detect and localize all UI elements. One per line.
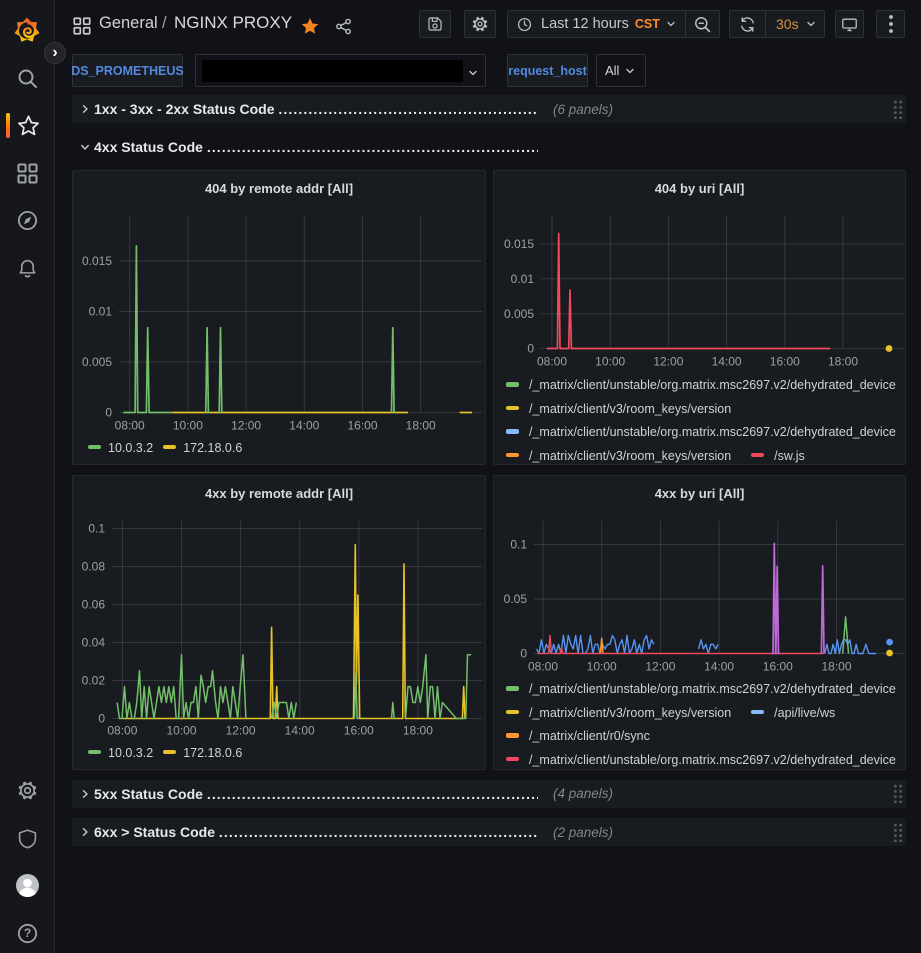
svg-text:0.005: 0.005 bbox=[504, 307, 534, 321]
svg-text:0.01: 0.01 bbox=[89, 305, 113, 319]
svg-text:14:00: 14:00 bbox=[712, 355, 742, 369]
svg-text:12:00: 12:00 bbox=[231, 419, 261, 433]
svg-text:10:00: 10:00 bbox=[166, 723, 196, 737]
svg-text:0.015: 0.015 bbox=[504, 237, 534, 251]
svg-text:0.005: 0.005 bbox=[82, 355, 112, 369]
svg-text:08:00: 08:00 bbox=[528, 659, 558, 673]
svg-text:14:00: 14:00 bbox=[704, 659, 734, 673]
svg-text:16:00: 16:00 bbox=[344, 723, 374, 737]
svg-text:12:00: 12:00 bbox=[653, 355, 683, 369]
svg-text:08:00: 08:00 bbox=[537, 355, 567, 369]
svg-text:14:00: 14:00 bbox=[289, 419, 319, 433]
svg-text:10:00: 10:00 bbox=[595, 355, 625, 369]
svg-text:16:00: 16:00 bbox=[763, 659, 793, 673]
svg-text:18:00: 18:00 bbox=[828, 355, 858, 369]
svg-text:0: 0 bbox=[527, 342, 534, 356]
svg-text:0.1: 0.1 bbox=[510, 537, 527, 551]
svg-text:08:00: 08:00 bbox=[107, 723, 137, 737]
svg-text:12:00: 12:00 bbox=[226, 723, 256, 737]
svg-text:08:00: 08:00 bbox=[115, 419, 145, 433]
svg-text:14:00: 14:00 bbox=[285, 723, 315, 737]
svg-text:0.04: 0.04 bbox=[82, 635, 106, 649]
svg-text:0.06: 0.06 bbox=[82, 597, 106, 611]
svg-text:0.05: 0.05 bbox=[504, 592, 528, 606]
svg-text:0.015: 0.015 bbox=[82, 254, 112, 268]
svg-text:0.02: 0.02 bbox=[82, 673, 106, 687]
svg-text:0.01: 0.01 bbox=[511, 272, 535, 286]
svg-text:18:00: 18:00 bbox=[403, 723, 433, 737]
svg-text:18:00: 18:00 bbox=[821, 659, 851, 673]
svg-text:16:00: 16:00 bbox=[347, 419, 377, 433]
svg-text:10:00: 10:00 bbox=[587, 659, 617, 673]
svg-text:16:00: 16:00 bbox=[770, 355, 800, 369]
svg-text:18:00: 18:00 bbox=[406, 419, 436, 433]
svg-text:10:00: 10:00 bbox=[173, 419, 203, 433]
svg-text:0.1: 0.1 bbox=[88, 521, 105, 535]
svg-text:12:00: 12:00 bbox=[645, 659, 675, 673]
svg-text:0.08: 0.08 bbox=[82, 559, 106, 573]
svg-text:0: 0 bbox=[98, 711, 105, 725]
svg-text:0: 0 bbox=[105, 406, 112, 420]
svg-text:0: 0 bbox=[520, 646, 527, 660]
